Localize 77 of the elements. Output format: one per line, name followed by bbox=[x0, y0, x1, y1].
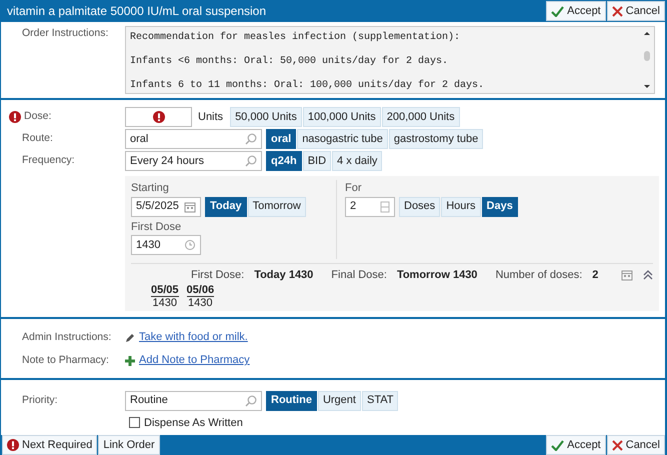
summary-value: Tomorrow 1430 bbox=[396, 268, 478, 283]
option-button[interactable]: Hours bbox=[441, 196, 481, 216]
date-field[interactable]: 5/5/2025 bbox=[131, 196, 201, 216]
field-label: Frequency: bbox=[21, 153, 76, 168]
option-button[interactable]: nasogastric tube bbox=[297, 129, 388, 149]
scrollbar[interactable] bbox=[642, 29, 652, 91]
lookup-field[interactable]: Every 24 hours bbox=[125, 151, 262, 171]
unit-label: Units bbox=[198, 110, 224, 125]
close-icon bbox=[612, 440, 623, 450]
option-button[interactable]: Doses bbox=[399, 196, 440, 216]
cancel-button[interactable]: Cancel bbox=[606, 1, 665, 21]
field-label: Dose: bbox=[24, 109, 52, 124]
option-button[interactable]: Days bbox=[482, 196, 518, 216]
link[interactable]: Take with food or milk. bbox=[139, 329, 248, 346]
dose-time: 1430 bbox=[187, 296, 214, 308]
search-icon[interactable] bbox=[245, 133, 257, 145]
link[interactable]: Add Note to Pharmacy bbox=[139, 352, 250, 369]
option-button[interactable]: STAT bbox=[362, 390, 398, 410]
summary-label: First Dose: bbox=[191, 268, 244, 283]
warning-icon bbox=[152, 111, 164, 123]
option-button[interactable]: oral bbox=[266, 129, 296, 149]
checkbox[interactable] bbox=[129, 417, 140, 428]
field-label: First Dose bbox=[131, 220, 182, 234]
field-label: Route: bbox=[21, 131, 54, 146]
option-button[interactable]: Urgent bbox=[318, 390, 361, 410]
collapse-icon[interactable] bbox=[643, 270, 653, 280]
dose-time: 1430 bbox=[152, 296, 178, 308]
summary-label: Number of doses: bbox=[495, 268, 582, 283]
clock-icon[interactable] bbox=[184, 239, 196, 251]
search-icon[interactable] bbox=[245, 394, 257, 406]
calendar-icon[interactable] bbox=[621, 269, 633, 282]
plus-icon bbox=[125, 356, 135, 366]
option-button[interactable]: 50,000 Units bbox=[230, 107, 302, 127]
accept-button[interactable]: Accept bbox=[546, 1, 606, 21]
option-button[interactable]: gastrostomy tube bbox=[388, 129, 484, 149]
instructions-box[interactable]: Recommendation for measles infection (supplementation): Infants <6 months: Oral: 50,000 units/day for 2 days. Infants 6 to 11 months: Oral: 100,000 units/day for 2 days. bbox=[125, 26, 655, 94]
field-label: Priority: bbox=[21, 392, 59, 408]
field-label: Starting bbox=[131, 181, 170, 196]
dose-field[interactable] bbox=[125, 107, 192, 127]
summary-value: 2 bbox=[592, 268, 598, 283]
summary-value: Today 1430 bbox=[254, 268, 314, 283]
option-button[interactable]: BID bbox=[302, 151, 332, 171]
field-label: Order Instructions: bbox=[21, 26, 110, 41]
instruction-line: Infants <6 months: Oral: 50,000 units/day for 2 days. bbox=[130, 54, 450, 69]
summary-label: Final Dose: bbox=[331, 268, 387, 283]
duration-field[interactable]: 2 bbox=[345, 196, 395, 216]
instruction-line: Recommendation for measles infection (supplementation): bbox=[130, 30, 462, 45]
option-button[interactable]: q24h bbox=[266, 151, 302, 171]
pencil-icon bbox=[125, 332, 135, 342]
spinner-icon[interactable] bbox=[380, 200, 390, 212]
warning-icon bbox=[7, 439, 19, 451]
field-label: Note to Pharmacy: bbox=[21, 352, 110, 368]
dose-date[interactable]: 05/06 bbox=[186, 284, 214, 296]
checkmark-icon bbox=[551, 6, 564, 16]
next-required-button[interactable]: Next Required bbox=[2, 435, 98, 455]
dose-date[interactable]: 05/05 bbox=[151, 284, 179, 296]
option-button[interactable]: Today bbox=[205, 196, 247, 216]
option-button[interactable]: 200,000 Units bbox=[382, 107, 460, 127]
option-button[interactable]: Tomorrow bbox=[248, 196, 306, 216]
cancel-button[interactable]: Cancel bbox=[606, 435, 665, 455]
instruction-line: Infants 6 to 11 months: Oral: 100,000 units/day for 2 days. bbox=[130, 78, 486, 93]
close-icon bbox=[612, 6, 623, 16]
search-icon[interactable] bbox=[245, 155, 257, 167]
dialog-title: vitamin a palmitate 50000 IU/mL oral suspension bbox=[6, 3, 268, 20]
field-label: Admin Instructions: bbox=[21, 330, 112, 345]
option-button[interactable]: 100,000 Units bbox=[302, 107, 381, 127]
option-button[interactable]: 4 x daily bbox=[332, 151, 382, 171]
lookup-field[interactable]: oral bbox=[125, 129, 262, 149]
calendar-icon[interactable] bbox=[184, 200, 196, 212]
accept-button[interactable]: Accept bbox=[546, 435, 606, 455]
time-field[interactable]: 1430 bbox=[131, 235, 201, 255]
link-order-button[interactable]: Link Order bbox=[98, 435, 160, 455]
option-button[interactable]: Routine bbox=[266, 390, 317, 410]
checkmark-icon bbox=[551, 440, 564, 450]
lookup-field[interactable]: Routine bbox=[125, 390, 262, 410]
field-label: For bbox=[345, 181, 362, 196]
checkbox-label: Dispense As Written bbox=[144, 416, 243, 430]
